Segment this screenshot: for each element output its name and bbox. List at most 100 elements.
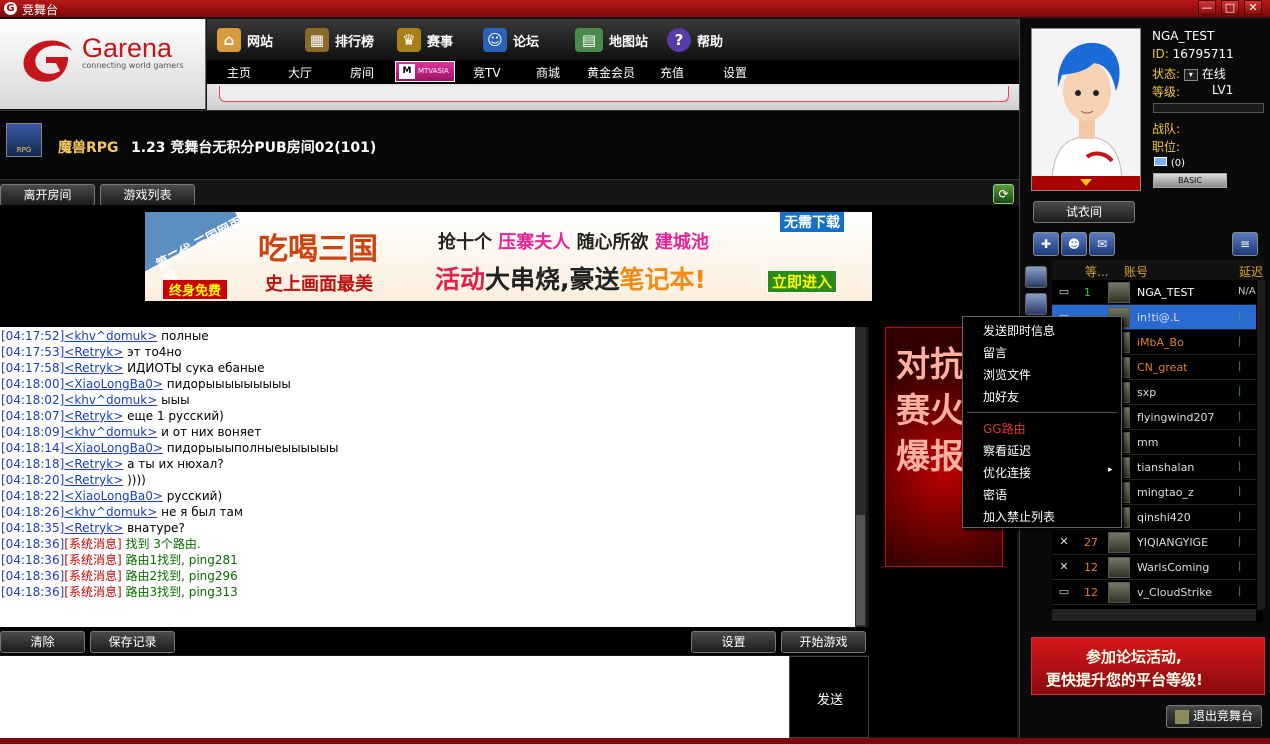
banner-text-4: 建城池 <box>654 232 709 253</box>
nav-events[interactable]: ♛ 赛事 <box>397 26 453 54</box>
system-tag: [系统消息] <box>64 585 122 599</box>
menu-send-message[interactable]: 发送即时信息 <box>983 322 1055 339</box>
close-button[interactable]: ✕ <box>1244 0 1262 15</box>
status-dropdown-icon[interactable]: ▾ <box>1183 68 1198 81</box>
menu-check-latency[interactable]: 察看延迟 <box>983 442 1031 459</box>
send-button[interactable]: 发送 <box>789 656 869 738</box>
app-icon: G <box>4 2 17 15</box>
exit-button[interactable]: 退出竞舞台 <box>1166 705 1262 728</box>
banner-enter-button[interactable]: 立即进入 <box>767 270 838 293</box>
user-avatar <box>1108 532 1130 553</box>
chat-user-link[interactable]: <Retryk> <box>64 409 123 423</box>
avatar[interactable] <box>1031 28 1141 191</box>
add-friend-icon[interactable]: ✚ <box>1033 232 1059 256</box>
menu-optimize-connection[interactable]: 优化连接 <box>983 464 1031 481</box>
chat-bubble-icon[interactable]: ✉ <box>1089 232 1115 256</box>
header-level[interactable]: 等... <box>1085 263 1108 280</box>
mtv-button[interactable]: M MTVASIA <box>395 61 455 82</box>
chat-user-link[interactable]: <XiaoLongBa0> <box>64 489 163 503</box>
chat-text: ыыы <box>161 393 190 407</box>
user-ping: | <box>1238 361 1242 372</box>
user-list-vscroll[interactable] <box>1257 280 1265 610</box>
start-game-button[interactable]: 开始游戏 <box>781 631 866 653</box>
chat-user-link[interactable]: <Retryk> <box>64 345 123 359</box>
chat-text: )))) <box>127 473 146 487</box>
tab-shop[interactable]: 商城 <box>536 64 560 81</box>
avatar-figure-icon <box>1051 42 1123 180</box>
garena-logo[interactable]: Garena connecting world gamers <box>0 19 206 109</box>
players-tab-icon[interactable] <box>1025 266 1047 288</box>
chat-input[interactable] <box>0 656 789 738</box>
chat-scrollbar[interactable] <box>855 327 866 627</box>
user-row[interactable]: ✕ 27 YIQIANGYIGE | <box>1052 530 1256 555</box>
group-icon[interactable]: ☻ <box>1061 232 1087 256</box>
profile-level: LV1 <box>1212 83 1234 97</box>
forum-promo-banner[interactable]: 参加论坛活动, 更快提升您的平台等级! <box>1031 637 1265 695</box>
mail-icon[interactable] <box>1154 157 1167 166</box>
user-row[interactable]: ✕ 12 WarlsComing | <box>1052 555 1256 580</box>
chat-user-link[interactable]: <Retryk> <box>64 457 123 471</box>
chat-text: пидорыыыыыыыыы <box>166 377 291 391</box>
chat-user-link[interactable]: <XiaoLongBa0> <box>64 377 163 391</box>
tab-gold-member[interactable]: 黄金会员 <box>587 64 635 81</box>
maximize-button[interactable]: □ <box>1221 0 1239 15</box>
user-row[interactable]: ▭ 12 v_CloudStrike | <box>1052 580 1256 605</box>
chat-time: [04:18:36] <box>1 569 65 583</box>
chat-user-link[interactable]: <Retryk> <box>64 361 123 375</box>
chat-text: внатуре? <box>127 521 185 535</box>
user-ping: | <box>1238 411 1242 422</box>
trophy-icon: ♛ <box>397 28 421 52</box>
game-list-button[interactable]: 游戏列表 <box>100 184 195 206</box>
leave-room-button[interactable]: 离开房间 <box>0 184 95 206</box>
menu-whisper[interactable]: 密语 <box>983 486 1007 503</box>
friends-tab-icon[interactable] <box>1025 293 1047 315</box>
nav-forum[interactable]: ☺ 论坛 <box>483 26 539 54</box>
nav-maps[interactable]: ▤ 地图站 <box>575 26 648 54</box>
banner-ad[interactable]: 第二代 三国网页游戏 吃喝三国 史上画面最美 终身免费 抢十个 压寨夫人 随心所… <box>145 212 872 301</box>
list-view-icon[interactable]: ≡ <box>1232 232 1258 256</box>
help-icon: ? <box>667 28 691 52</box>
chat-user-link[interactable]: <XiaoLongBa0> <box>64 441 163 455</box>
chat-user-link[interactable]: <khv^domuk> <box>64 425 157 439</box>
user-level: 1 <box>1084 286 1091 299</box>
chat-user-link[interactable]: <Retryk> <box>64 473 123 487</box>
header-account[interactable]: 账号 <box>1124 263 1148 280</box>
menu-block[interactable]: 加入禁止列表 <box>983 508 1055 525</box>
chat-user-link[interactable]: <khv^domuk> <box>64 393 157 407</box>
user-list-scrollbar[interactable] <box>1052 609 1256 621</box>
nav-website[interactable]: ⌂ 网站 <box>217 26 273 54</box>
chat-user-link[interactable]: <khv^domuk> <box>64 329 157 343</box>
chat-message: [04:18:07]<Retryk> еще 1 русский) <box>1 408 855 424</box>
tab-settings[interactable]: 设置 <box>723 64 747 81</box>
banner-nodl: 无需下载 <box>780 212 844 232</box>
menu-browse-files[interactable]: 浏览文件 <box>983 366 1031 383</box>
menu-add-friend[interactable]: 加好友 <box>983 388 1019 405</box>
clear-button[interactable]: 清除 <box>0 631 85 653</box>
settings-button[interactable]: 设置 <box>691 631 776 653</box>
nav-help[interactable]: ? 帮助 <box>667 26 723 54</box>
tab-recharge[interactable]: 充值 <box>660 64 684 81</box>
chat-time: [04:18:26] <box>1 505 65 519</box>
chat-log[interactable]: [04:17:52]<khv^domuk> полные [04:17:53]<R… <box>0 327 855 627</box>
system-message: [04:18:36][系统消息] 路由1找到, ping281 <box>1 552 855 568</box>
save-log-button[interactable]: 保存记录 <box>90 631 175 653</box>
chat-user-link[interactable]: <khv^domuk> <box>64 505 157 519</box>
window-title: 竞舞台 <box>22 3 59 17</box>
user-row[interactable]: ▭ 1 NGA_TEST N/A <box>1052 280 1256 305</box>
header-delay[interactable]: 延迟 <box>1239 263 1263 280</box>
menu-gg-route[interactable]: GG路由 <box>983 420 1026 437</box>
room-header: RPG 魔兽RPG 1.23 竞舞台无积分PUB房间02(101) <box>0 110 1019 180</box>
avatar-expand-icon[interactable] <box>1032 176 1140 190</box>
nav-ranking[interactable]: ▦ 排行榜 <box>305 26 374 54</box>
user-avatar <box>1108 582 1130 603</box>
menu-leave-message[interactable]: 留言 <box>983 344 1007 361</box>
minimize-button[interactable]: — <box>1198 0 1216 15</box>
tab-room[interactable]: 房间 <box>350 64 374 81</box>
chat-user-link[interactable]: <Retryk> <box>64 521 123 535</box>
tab-home[interactable]: 主页 <box>227 64 251 81</box>
tab-lobby[interactable]: 大厅 <box>288 64 312 81</box>
user-name: CN_great <box>1137 361 1188 374</box>
tab-tv[interactable]: 竞TV <box>473 64 501 81</box>
refresh-icon[interactable]: ⟳ <box>993 184 1014 204</box>
try-on-button[interactable]: 试衣间 <box>1033 201 1135 223</box>
